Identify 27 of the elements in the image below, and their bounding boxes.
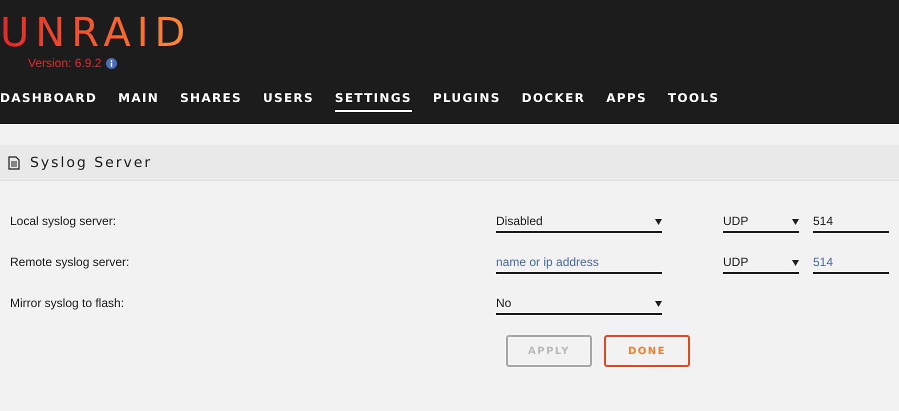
caret-icon (792, 218, 799, 224)
field-label: Local syslog server: (10, 214, 118, 228)
select-field[interactable]: UDP (723, 252, 799, 274)
nav-tab[interactable]: APPS (606, 91, 647, 112)
nav-tab[interactable]: TOOLS (668, 91, 720, 112)
caret-icon (655, 218, 662, 224)
field-label: Mirror syslog to flash: (10, 296, 126, 310)
input-field[interactable]: name or ip address (496, 252, 662, 274)
select-field[interactable]: Disabled (496, 211, 662, 233)
nav-tab[interactable]: USERS (262, 91, 314, 112)
nav-tab[interactable]: SHARES (180, 91, 242, 112)
info-icon[interactable] (106, 58, 118, 68)
version-text: Version: 6.9.2 (28, 56, 102, 70)
nav-tab[interactable]: PLUGINS (432, 91, 501, 112)
caret-icon (655, 300, 662, 306)
input-field[interactable]: 514 (813, 211, 889, 233)
section-title: Syslog Server (30, 154, 152, 170)
nav-tab[interactable]: SETTINGS (334, 91, 412, 112)
document-icon (8, 156, 20, 170)
caret-icon (792, 258, 799, 266)
nav-tab[interactable]: DOCKER (522, 91, 586, 112)
select-field[interactable]: No (496, 293, 662, 315)
nav-tab[interactable]: MAIN (118, 91, 160, 112)
input-field[interactable]: 514 (813, 252, 889, 274)
select-field[interactable]: UDP (723, 211, 799, 233)
nav-tab[interactable]: DASHBOARD (0, 91, 98, 112)
field-label: Remote syslog server: (10, 255, 130, 269)
